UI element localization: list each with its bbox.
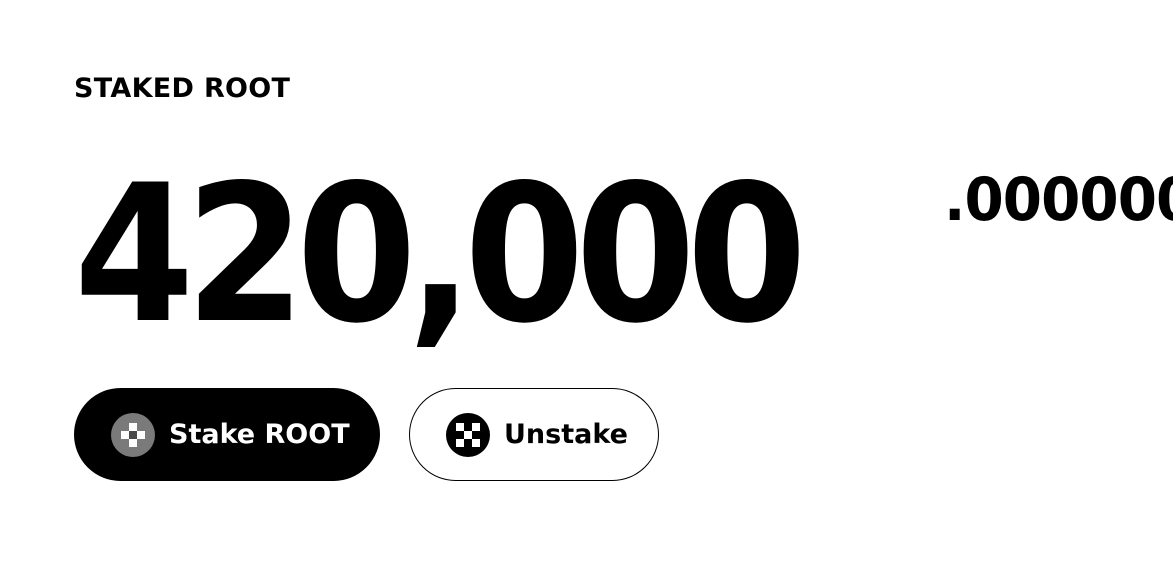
staking-actions: Stake ROOT Unstake (74, 388, 659, 481)
stake-root-button-label: Stake ROOT (169, 418, 350, 450)
unstake-button[interactable]: Unstake (409, 388, 659, 481)
staked-root-label: STAKED ROOT (74, 73, 291, 104)
stake-root-button[interactable]: Stake ROOT (74, 388, 380, 481)
staked-amount-integer: 420,000 (74, 144, 807, 365)
root-token-icon (446, 412, 490, 457)
staked-root-panel: STAKED ROOT (74, 70, 290, 108)
staked-amount-decimal: .000000 (944, 165, 1173, 235)
unstake-button-label: Unstake (504, 418, 628, 450)
root-token-icon (111, 412, 155, 457)
staked-amount: 420,000 .000000 (74, 144, 1173, 365)
